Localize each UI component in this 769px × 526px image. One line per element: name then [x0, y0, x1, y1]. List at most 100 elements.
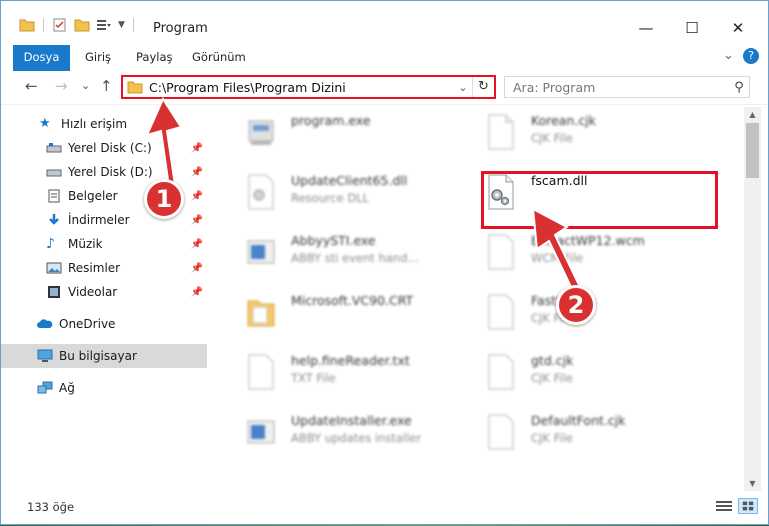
tab-home[interactable]: Giriş — [85, 45, 111, 69]
annotation-badge-1: 1 — [144, 179, 184, 219]
sidebar-item-network[interactable]: Ağ — [1, 376, 207, 400]
star-icon: ★ — [39, 116, 51, 131]
pin-icon: 📌 — [190, 262, 203, 274]
annotation-badge-2: 2 — [556, 285, 596, 325]
file-item[interactable]: gtd.cjk CJK File — [459, 347, 699, 403]
computer-icon — [37, 349, 53, 362]
sidebar-item-quick-access[interactable]: ★ Hızlı erişim — [1, 112, 207, 136]
sidebar-item-label: Yerel Disk (C:) — [68, 141, 152, 155]
file-type: Resource DLL — [291, 191, 370, 205]
documents-icon — [48, 189, 60, 203]
scrollbar-thumb[interactable] — [746, 123, 759, 178]
search-input[interactable]: Ara: Program — [513, 80, 729, 95]
chevron-down-icon[interactable]: ⌄ — [723, 48, 734, 63]
file-item[interactable]: program.exe — [219, 107, 459, 163]
file-icon — [488, 234, 514, 270]
sidebar-item-videos[interactable]: Videolar 📌 — [1, 280, 207, 304]
sidebar-item-label: Ağ — [59, 381, 75, 395]
file-item[interactable]: UpdateInstaller.exe ABBY updates install… — [219, 407, 459, 463]
address-path[interactable]: C:\Program Files\Program Dizini — [149, 80, 454, 95]
file-item[interactable]: help.fineReader.txt TXT File — [219, 347, 459, 403]
status-bar: 133 öğe — [1, 491, 768, 523]
sidebar-item-label: Belgeler — [68, 189, 118, 203]
sidebar-item-disk-d[interactable]: Yerel Disk (D:) 📌 — [1, 160, 207, 184]
sidebar-item-music[interactable]: ♪ Müzik 📌 — [1, 232, 207, 256]
navigation-bar: ← → ⌄ ↑ C:\Program Files\Program Dizini … — [1, 71, 768, 105]
file-item[interactable]: ExtractWP12.wcm WCM File — [459, 227, 699, 283]
refresh-icon[interactable]: ↻ — [472, 77, 494, 97]
network-icon — [37, 381, 53, 394]
folder-icon[interactable] — [19, 18, 35, 32]
title-separator — [132, 18, 134, 32]
file-name: AbbyySTI.exe — [291, 233, 376, 248]
app-icon — [247, 420, 275, 444]
maximize-button[interactable]: ☐ — [669, 13, 715, 43]
help-icon[interactable]: ? — [743, 48, 759, 64]
up-button[interactable]: ↑ — [100, 77, 113, 95]
minimize-button[interactable]: — — [623, 13, 669, 43]
scroll-up-icon[interactable]: ▲ — [744, 110, 761, 119]
file-type: CJK File — [531, 131, 573, 145]
scroll-down-icon[interactable]: ▼ — [744, 479, 761, 488]
toolbar-separator — [43, 18, 44, 32]
close-button[interactable]: ✕ — [715, 13, 761, 43]
window-title: Program — [153, 21, 208, 36]
download-icon — [49, 214, 59, 225]
sidebar-item-pictures[interactable]: Resimler 📌 — [1, 256, 207, 280]
item-count: 133 öğe — [27, 500, 75, 514]
address-bar[interactable]: C:\Program Files\Program Dizini ⌄ ↻ — [121, 75, 496, 99]
file-name: DefaultFont.cjk — [531, 413, 626, 428]
pin-icon: 📌 — [190, 166, 203, 178]
file-item[interactable]: UpdateClient65.dll Resource DLL — [219, 167, 459, 223]
customize-icon[interactable] — [96, 18, 112, 32]
file-icon — [488, 354, 514, 390]
folder-icon — [247, 300, 275, 327]
file-item[interactable]: Korean.cjk CJK File — [459, 107, 699, 163]
file-name: Microsoft.VC90.CRT — [291, 293, 414, 308]
tab-share[interactable]: Paylaş — [136, 45, 173, 69]
file-type: WCM File — [531, 251, 584, 265]
search-box[interactable]: Ara: Program ⚲ — [504, 76, 750, 98]
drive-icon — [46, 143, 62, 153]
pin-icon: 📌 — [190, 238, 203, 250]
file-item[interactable]: AbbyySTI.exe ABBY sti event hand... — [219, 227, 459, 283]
details-view-icon[interactable] — [714, 498, 734, 514]
sidebar-item-onedrive[interactable]: OneDrive — [1, 312, 207, 336]
sidebar-item-label: Müzik — [68, 237, 103, 251]
txt-icon — [248, 354, 274, 390]
dll-icon — [248, 174, 274, 210]
quick-access-toolbar: ▼ — [19, 18, 136, 32]
title-bar: ▼ Program — ☐ ✕ — [1, 1, 768, 41]
file-name: UpdateInstaller.exe — [291, 413, 412, 428]
video-icon — [48, 286, 60, 298]
music-icon: ♪ — [46, 236, 55, 252]
app-icon — [247, 240, 275, 264]
forward-button[interactable]: → — [55, 77, 68, 95]
file-name: program.exe — [291, 113, 371, 128]
file-type: TXT File — [291, 371, 336, 385]
qat-dropdown-icon[interactable]: ▼ — [118, 20, 125, 30]
recent-locations-button[interactable]: ⌄ — [81, 79, 90, 92]
file-item[interactable]: Microsoft.VC90.CRT — [219, 287, 459, 343]
file-name: gtd.cjk — [531, 353, 574, 368]
explorer-window: ▼ Program — ☐ ✕ Dosya Giriş Paylaş Görün… — [0, 0, 769, 525]
file-type: ABBY sti event hand... — [291, 251, 419, 265]
new-folder-icon[interactable] — [74, 18, 90, 32]
sidebar-item-label: Hızlı erişim — [61, 117, 128, 131]
navigation-pane: ★ Hızlı erişim Yerel Disk (C:) 📌 Yerel D… — [1, 107, 209, 487]
large-icons-view-icon[interactable] — [738, 498, 758, 514]
address-dropdown-icon[interactable]: ⌄ — [454, 81, 472, 94]
file-icon — [488, 294, 514, 330]
file-type: CJK File — [531, 371, 573, 385]
back-button[interactable]: ← — [25, 77, 38, 95]
exe-icon — [248, 120, 274, 145]
tab-view[interactable]: Görünüm — [192, 45, 246, 69]
sidebar-item-disk-c[interactable]: Yerel Disk (C:) 📌 — [1, 136, 207, 160]
file-name: UpdateClient65.dll — [291, 173, 408, 188]
pictures-icon — [46, 262, 62, 274]
vertical-scrollbar[interactable]: ▲ ▼ — [744, 107, 761, 491]
sidebar-item-this-pc[interactable]: Bu bilgisayar — [1, 344, 207, 368]
file-name: help.fineReader.txt — [291, 353, 410, 368]
file-item[interactable]: DefaultFont.cjk CJK File — [459, 407, 699, 463]
properties-icon[interactable] — [52, 18, 68, 32]
